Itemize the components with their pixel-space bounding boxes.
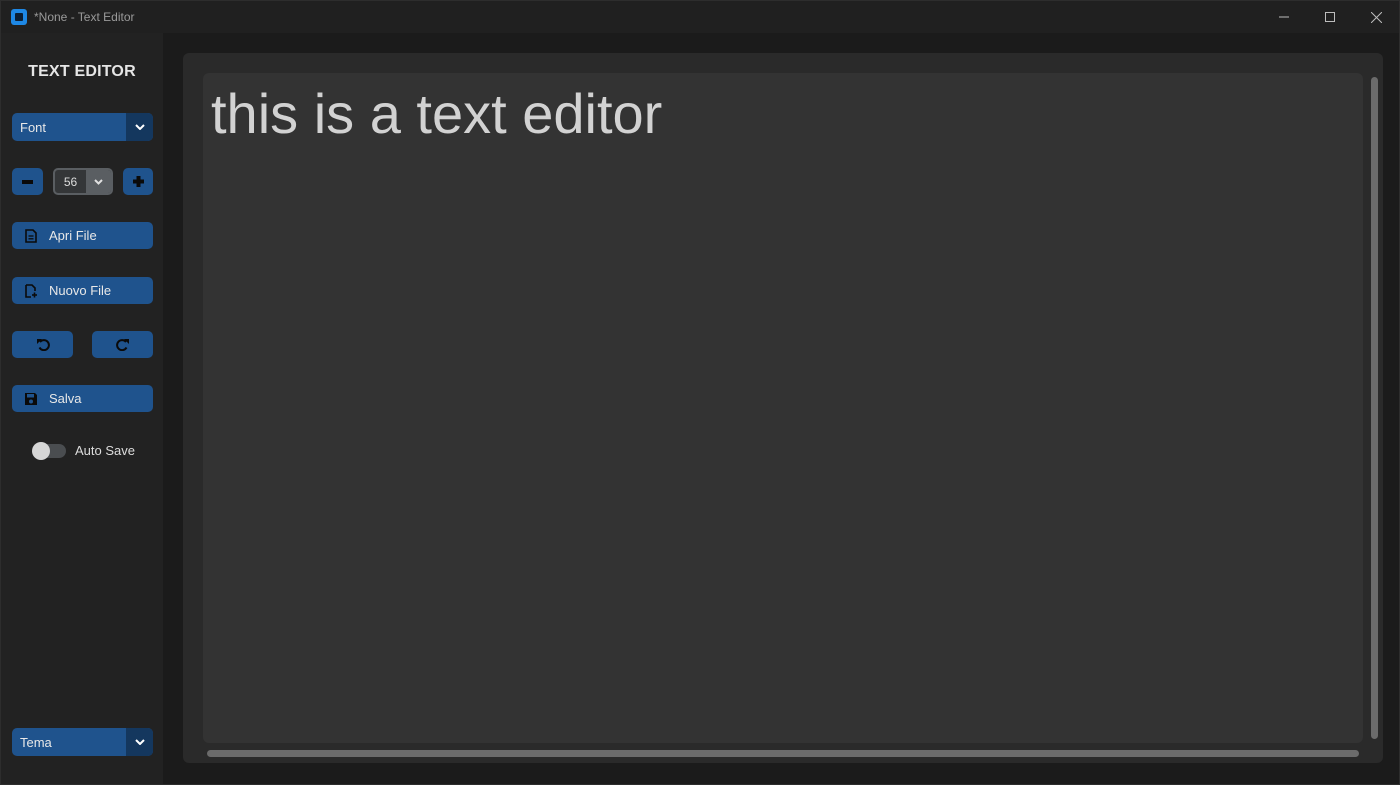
auto-save-toggle[interactable] [32,441,66,460]
new-document-icon [24,283,37,298]
minimize-icon [1279,16,1289,18]
save-button[interactable]: Salva [12,385,153,412]
document-icon [25,228,37,243]
font-combobox[interactable]: Font [12,113,153,141]
undo-icon [36,339,50,351]
maximize-button[interactable] [1307,1,1353,33]
app-window: *None - Text Editor TEXT EDITOR Font 56 [0,0,1400,785]
font-size-combobox[interactable]: 56 [53,168,113,195]
font-size-value: 56 [63,174,78,189]
chevron-down-icon [134,124,145,130]
decrease-font-size-button[interactable] [12,168,43,195]
auto-save-label: Auto Save [75,443,135,458]
sidebar: TEXT EDITOR Font 56 Apri File Nuovo File… [1,33,163,784]
chevron-down-icon [134,739,145,745]
font-combobox-arrow[interactable] [126,113,153,141]
open-file-button[interactable]: Apri File [12,222,153,249]
font-combobox-value: Font [20,119,47,135]
undo-button[interactable] [12,331,73,358]
theme-combobox-value: Tema [20,734,52,750]
sidebar-title: TEXT EDITOR [28,63,136,80]
open-file-label: Apri File [49,228,97,243]
app-icon [11,9,27,25]
window-controls [1261,1,1399,33]
close-icon [1370,11,1382,23]
increase-font-size-button[interactable] [123,168,153,195]
title-bar[interactable]: *None - Text Editor [1,1,1399,33]
new-file-label: Nuovo File [49,283,112,298]
plus-icon [132,176,144,187]
auto-save-switch[interactable]: Auto Save [32,441,135,460]
toggle-knob [32,441,50,460]
editor-frame: this is a text editor [183,53,1383,763]
theme-combobox[interactable]: Tema [12,728,153,756]
chevron-down-icon [94,178,103,185]
vertical-scrollbar[interactable] [1371,77,1378,739]
save-icon [25,392,37,405]
window-title: *None - Text Editor [34,10,135,24]
redo-button[interactable] [92,331,153,358]
theme-combobox-arrow[interactable] [126,728,153,756]
minimize-button[interactable] [1261,1,1307,33]
redo-icon [115,339,129,351]
horizontal-scrollbar[interactable] [207,750,1359,757]
new-file-button[interactable]: Nuovo File [12,277,153,304]
editor-textbox[interactable]: this is a text editor [203,73,1363,743]
font-size-arrow[interactable] [86,170,111,193]
minus-icon [22,179,33,184]
close-button[interactable] [1353,1,1399,33]
save-label: Salva [49,391,82,406]
maximize-icon [1325,12,1335,22]
